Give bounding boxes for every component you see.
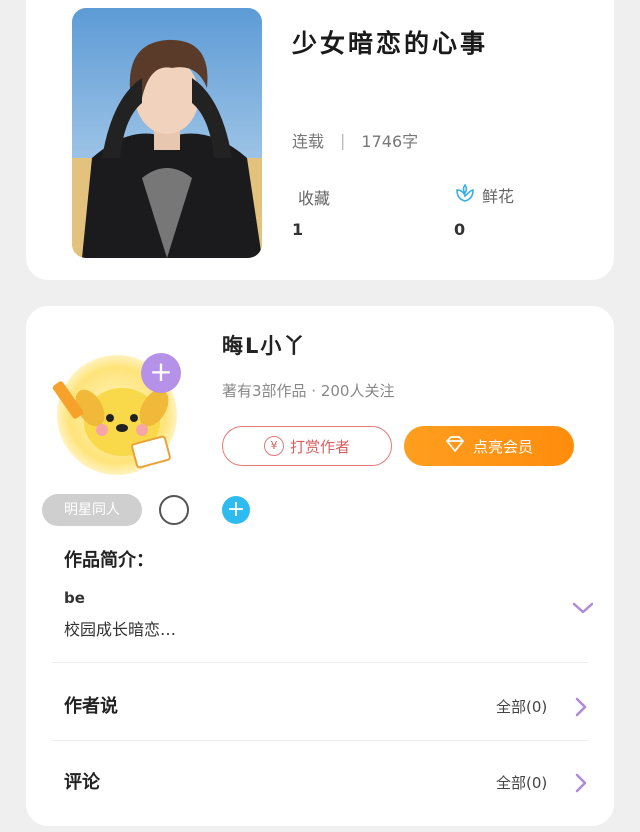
favorites-count: 1 bbox=[292, 220, 304, 239]
yen-icon: ¥ bbox=[263, 436, 284, 456]
diamond-icon bbox=[445, 436, 465, 456]
author-name[interactable]: 晦L小丫 bbox=[222, 330, 306, 360]
flowers-button[interactable]: 鲜花 bbox=[454, 182, 514, 208]
comments-all-link[interactable]: 全部(0) bbox=[496, 772, 547, 793]
add-tag-button[interactable]: + bbox=[222, 496, 250, 524]
meta-divider: | bbox=[340, 130, 346, 150]
vip-button-label: 点亮会员 bbox=[472, 437, 533, 456]
author-says-title: 作者说 bbox=[64, 696, 118, 717]
divider bbox=[52, 662, 588, 663]
tip-author-label: 打赏作者 bbox=[289, 437, 350, 456]
empty-circle-icon[interactable] bbox=[159, 495, 189, 525]
flowers-label-text: 鲜花 bbox=[482, 187, 515, 206]
comments-chevron-right-icon[interactable] bbox=[574, 772, 588, 794]
comments-title: 评论 bbox=[64, 772, 100, 793]
favorites-label: 收藏 bbox=[298, 185, 330, 209]
book-cover-image[interactable] bbox=[72, 8, 262, 258]
author-meta: 著有3部作品 · 200人关注 bbox=[222, 382, 395, 400]
intro-title: 作品简介： bbox=[64, 550, 154, 571]
follow-author-button[interactable]: + bbox=[141, 353, 181, 393]
intro-text-line2: 校园成长暗恋… bbox=[64, 620, 177, 639]
intro-text-line1: be bbox=[64, 589, 85, 607]
expand-intro-chevron-down-icon[interactable] bbox=[571, 600, 595, 616]
author-card: + 晦L小丫 著有3部作品 · 200人关注 ¥ 打赏作者 点亮会员 明星同人 … bbox=[26, 306, 614, 826]
book-title: 少女暗恋的心事 bbox=[292, 29, 489, 58]
author-says-chevron-right-icon[interactable] bbox=[574, 696, 588, 718]
book-info-card: 少女暗恋的心事 连载 | 1746字 收藏 1 鲜花 0 bbox=[26, 0, 614, 280]
flower-icon bbox=[454, 182, 476, 208]
vip-button[interactable]: 点亮会员 bbox=[404, 426, 574, 466]
book-meta: 连载 | 1746字 bbox=[292, 128, 418, 152]
category-tag[interactable]: 明星同人 bbox=[42, 494, 142, 526]
divider bbox=[52, 740, 588, 741]
author-says-all-link[interactable]: 全部(0) bbox=[496, 696, 547, 717]
tip-author-button[interactable]: ¥ 打赏作者 bbox=[222, 426, 392, 466]
favorites-label-text: 收藏 bbox=[298, 189, 331, 208]
book-word-count: 1746字 bbox=[361, 132, 419, 151]
book-status: 连载 bbox=[292, 132, 325, 151]
flowers-count: 0 bbox=[454, 220, 466, 239]
